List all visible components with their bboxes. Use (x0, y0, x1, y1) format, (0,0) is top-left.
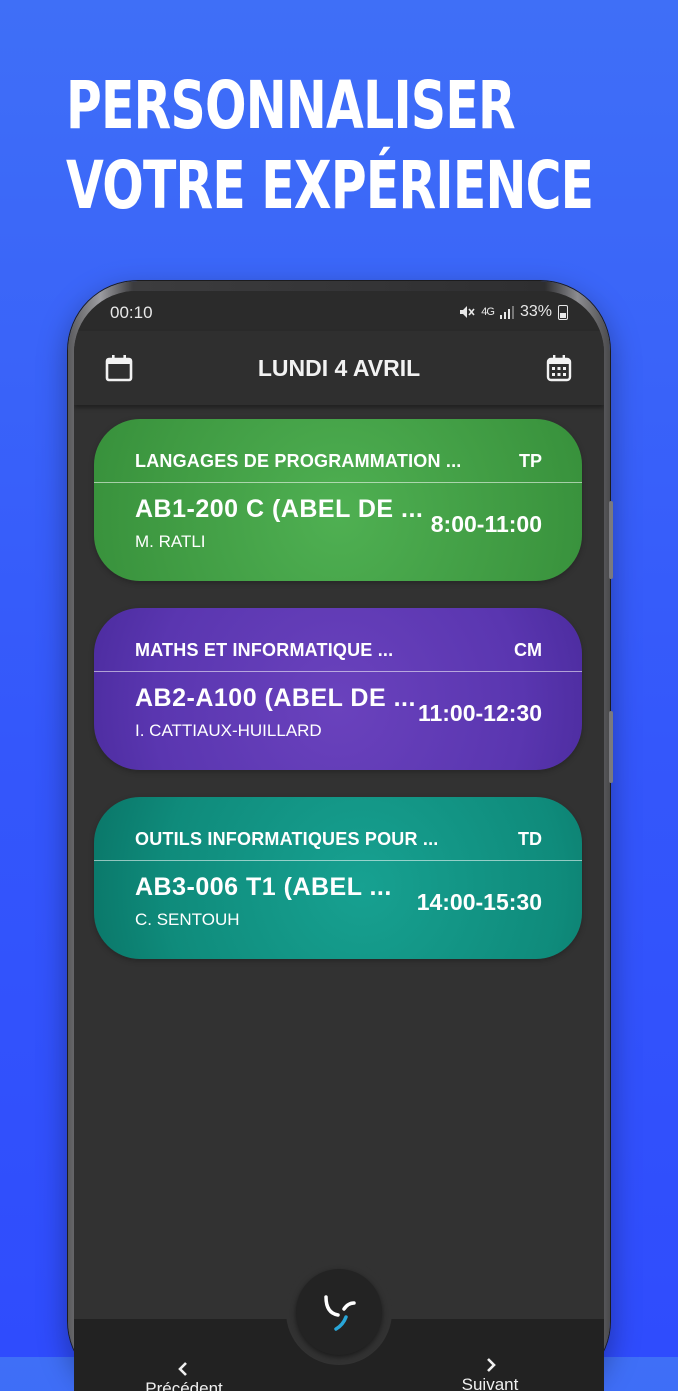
app-logo-icon (324, 1295, 356, 1331)
home-fab-button[interactable] (296, 1269, 382, 1355)
phone-side-button (609, 711, 613, 783)
next-day-button[interactable]: Suivant (430, 1357, 550, 1391)
calendar-grid-icon[interactable] (544, 353, 574, 383)
course-title: MATHS ET INFORMATIQUE ... (135, 640, 394, 660)
promo-headline-line2: VOTRE EXPÉRIENCE (66, 147, 594, 224)
signal-icon (499, 305, 514, 319)
previous-day-button[interactable]: Précédent (124, 1361, 244, 1391)
battery-icon (558, 304, 568, 320)
status-bar: 00:10 4G 33% (74, 291, 604, 331)
chevron-right-icon (487, 1358, 496, 1372)
next-label: Suivant (461, 1375, 519, 1391)
mute-icon (460, 306, 475, 318)
status-indicators: 4G 33% (459, 303, 568, 321)
course-title: LANGAGES DE PROGRAMMATION ... (135, 451, 462, 471)
course-card[interactable]: OUTILS INFORMATIQUES POUR ... TD AB3-006… (94, 797, 582, 959)
course-type-badge: TP (518, 451, 542, 471)
course-room: AB2-A100 (ABEL DE ... (135, 684, 416, 712)
network-type: 4G (481, 306, 495, 318)
status-time: 00:10 (110, 303, 153, 322)
date-title[interactable]: LUNDI 4 AVRIL (74, 355, 604, 382)
course-teacher: C. SENTOUH (135, 910, 240, 929)
course-card[interactable]: LANGAGES DE PROGRAMMATION ... TP AB1-200… (94, 419, 582, 581)
course-time: 14:00-15:30 (416, 889, 542, 915)
course-card[interactable]: MATHS ET INFORMATIQUE ... CM AB2-A100 (A… (94, 608, 582, 770)
battery-level: 33% (519, 303, 552, 320)
course-type-badge: CM (514, 640, 542, 660)
course-room: AB1-200 C (ABEL DE ... (135, 495, 424, 523)
app-bar: LUNDI 4 AVRIL (74, 331, 604, 405)
course-teacher: I. CATTIAUX-HUILLARD (135, 721, 322, 740)
previous-label: Précédent (145, 1379, 223, 1391)
phone-frame: 00:10 4G 33% LUNDI 4 AVRIL LANGAGES DE P… (68, 281, 613, 1391)
course-type-badge: TD (518, 829, 542, 849)
course-time: 8:00-11:00 (430, 511, 542, 537)
chevron-left-icon (178, 1362, 187, 1376)
course-room: AB3-006 T1 (ABEL ... (135, 873, 392, 901)
course-teacher: M. RATLI (135, 532, 206, 551)
promo-headline: PERSONNALISER VOTRE EXPÉRIENCE (66, 66, 594, 226)
phone-screen: 00:10 4G 33% LUNDI 4 AVRIL LANGAGES DE P… (74, 291, 604, 1391)
phone-side-button (609, 501, 613, 579)
promo-headline-line1: PERSONNALISER (66, 67, 516, 144)
course-title: OUTILS INFORMATIQUES POUR ... (135, 829, 439, 849)
course-time: 11:00-12:30 (417, 700, 542, 726)
